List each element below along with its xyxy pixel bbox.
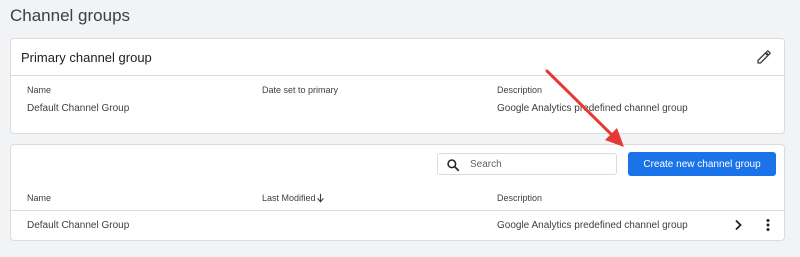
column-header-last-modified[interactable]: Last Modified [262, 193, 316, 203]
column-header-description: Description [497, 85, 543, 95]
search-box[interactable] [437, 153, 617, 175]
column-header-name: Name [27, 193, 52, 203]
search-icon [447, 159, 460, 172]
page-title: Channel groups [10, 6, 131, 25]
create-channel-group-button[interactable]: Create new channel group [628, 152, 776, 176]
table-row-name[interactable]: Default Channel Group [27, 220, 129, 231]
card-header: Primary channel group [11, 39, 784, 76]
card-title: Primary channel group [21, 50, 152, 65]
column-header-description: Description [497, 193, 543, 203]
primary-channel-group-card: Primary channel group Name Date set to p… [10, 38, 785, 134]
primary-group-name: Default Channel Group [27, 103, 130, 114]
arrow-down-icon[interactable] [316, 193, 325, 203]
search-input[interactable] [470, 157, 610, 172]
table-row-description: Google Analytics predefined channel grou… [497, 220, 688, 231]
chevron-right-icon[interactable] [733, 219, 743, 231]
more-vert-icon[interactable] [763, 218, 773, 232]
header-divider [11, 210, 784, 211]
primary-group-description: Google Analytics predefined channel grou… [497, 103, 688, 114]
column-header-name: Name [27, 85, 52, 95]
edit-button[interactable] [756, 49, 772, 65]
column-header-date-set: Date set to primary [262, 85, 339, 95]
channel-group-list-card: Create new channel group Name Last Modif… [10, 144, 785, 241]
pencil-icon [757, 50, 771, 64]
